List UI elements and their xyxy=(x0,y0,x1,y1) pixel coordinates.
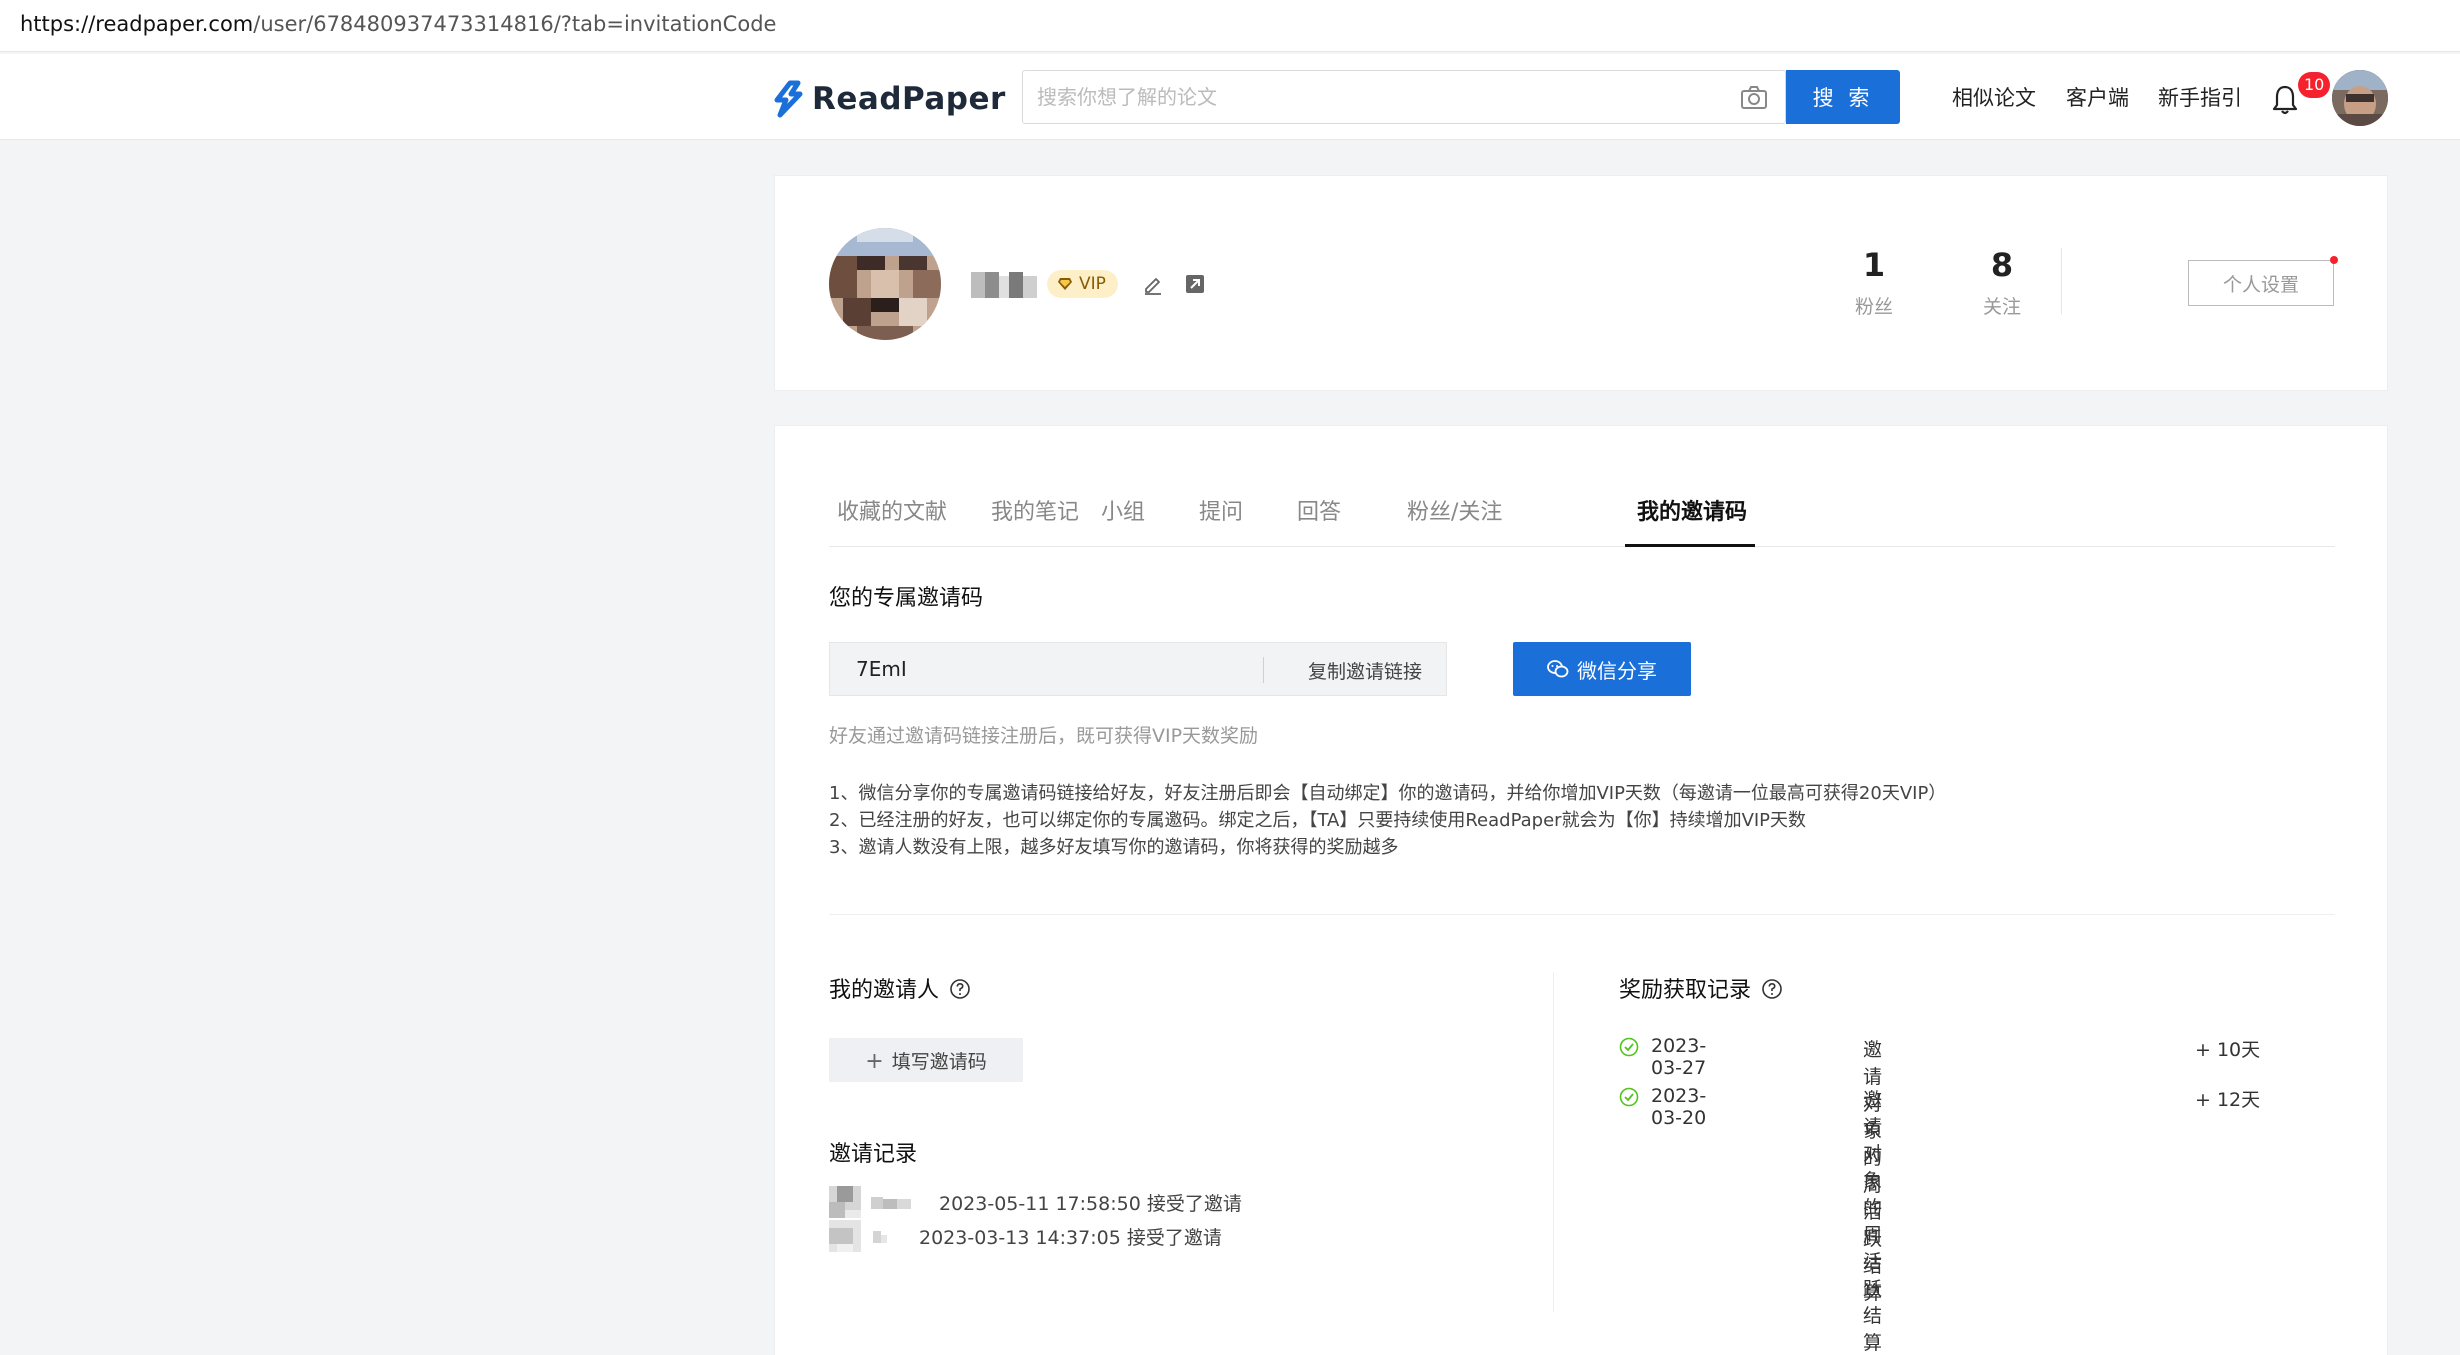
active-tab-indicator xyxy=(1625,544,1755,547)
invite-records-title: 邀请记录 xyxy=(829,1142,918,1167)
vip-badge: VIP xyxy=(1047,270,1118,298)
wechat-share-button[interactable]: 微信分享 xyxy=(1513,642,1691,696)
tab-answers[interactable]: 回答 xyxy=(1297,494,1341,526)
help-icon[interactable] xyxy=(1761,978,1783,1000)
invitee-avatar-blurred xyxy=(829,1220,861,1252)
invite-record-text: 2023-03-13 14:37:05 接受了邀请 xyxy=(919,1226,1222,1249)
invite-code-box: 7EmI 复制邀请链接 xyxy=(829,642,1447,696)
search-input[interactable] xyxy=(1037,81,1697,113)
invite-hint: 好友通过邀请码链接注册后，既可获得VIP天数奖励 xyxy=(829,725,1259,747)
logo-text: ReadPaper xyxy=(812,81,1006,117)
profile-tabs: 收藏的文献 我的笔记 小组 提问 回答 粉丝/关注 我的邀请码 xyxy=(829,470,2335,547)
section-divider xyxy=(829,914,2335,915)
user-avatar[interactable] xyxy=(2332,70,2388,126)
notification-badge: 10 xyxy=(2298,72,2331,98)
search-box xyxy=(1022,70,1786,124)
plus-icon: + xyxy=(865,1048,884,1074)
tab-my-notes[interactable]: 我的笔记 xyxy=(991,494,1079,526)
invite-code-value: 7EmI xyxy=(856,657,907,681)
invitee-avatar-blurred xyxy=(829,1186,861,1218)
invite-record-text: 2023-05-11 17:58:50 接受了邀请 xyxy=(939,1192,1242,1215)
check-circle-icon xyxy=(1619,1037,1639,1057)
url-text[interactable]: https://readpaper.com/user/6784809374733… xyxy=(20,12,776,36)
help-icon[interactable] xyxy=(949,978,971,1000)
share-link-icon[interactable] xyxy=(1183,272,1207,296)
settings-notification-dot xyxy=(2330,256,2338,264)
profile-avatar[interactable] xyxy=(829,228,941,340)
vip-label: VIP xyxy=(1079,274,1106,294)
wechat-icon xyxy=(1547,660,1569,678)
reward-records-title: 奖励获取记录 xyxy=(1619,972,1783,1004)
avatar-image xyxy=(2332,70,2388,126)
rule-line: 2、已经注册的好友，也可以绑定你的专属邀码。绑定之后，【TA】只要持续使用Rea… xyxy=(829,810,1807,831)
invite-code-title: 您的专属邀请码 xyxy=(829,586,984,611)
followers-label: 粉丝 xyxy=(1854,296,1893,318)
invitation-card: 收藏的文献 我的笔记 小组 提问 回答 粉丝/关注 我的邀请码 您的专属邀请码 … xyxy=(774,425,2388,1355)
search-button[interactable]: 搜 索 xyxy=(1786,70,1900,124)
invite-record-row: 2023-03-13 14:37:05 接受了邀请 xyxy=(829,1218,1222,1254)
pixelated-avatar-image xyxy=(829,228,941,340)
tab-followers-following[interactable]: 粉丝/关注 xyxy=(1407,494,1502,526)
my-inviter-title: 我的邀请人 xyxy=(829,972,971,1004)
my-inviter-label: 我的邀请人 xyxy=(829,978,940,1003)
reward-amount: + 12天 xyxy=(2195,1089,2261,1111)
edit-icon[interactable] xyxy=(1141,272,1165,296)
following-count: 8 xyxy=(1990,246,2014,284)
browser-address-bar[interactable]: https://readpaper.com/user/6784809374733… xyxy=(0,0,2460,52)
tab-questions[interactable]: 提问 xyxy=(1199,494,1243,526)
rule-line: 3、邀请人数没有上限，越多好友填写你的邀请码，你将获得的奖励越多 xyxy=(829,837,1399,858)
reward-date: 2023-03-27 xyxy=(1651,1035,1707,1079)
followers-stat[interactable]: 1 粉丝 xyxy=(1834,246,1914,319)
following-label: 关注 xyxy=(1982,296,2021,318)
nav-link-similar-papers[interactable]: 相似论文 xyxy=(1952,82,2036,112)
fill-invite-code-button[interactable]: + 填写邀请码 xyxy=(829,1038,1023,1082)
invitee-name-blurred xyxy=(871,1197,911,1209)
reward-amount: + 10天 xyxy=(2195,1039,2261,1061)
tab-groups[interactable]: 小组 xyxy=(1101,494,1145,526)
tab-saved-papers[interactable]: 收藏的文献 xyxy=(837,494,947,526)
following-stat[interactable]: 8 关注 xyxy=(1962,246,2042,319)
top-navbar: ReadPaper 搜 索 相似论文 客户端 新手指引 10 xyxy=(0,54,2460,140)
stat-divider xyxy=(2061,248,2062,314)
invite-rules: 1、微信分享你的专属邀请码链接给好友，好友注册后即会【自动绑定】你的邀请码，并给… xyxy=(829,780,1946,861)
logo-mark-icon xyxy=(774,80,803,118)
check-circle-icon xyxy=(1619,1087,1639,1107)
personal-settings-button[interactable]: 个人设置 xyxy=(2188,260,2334,306)
column-divider xyxy=(1553,972,1554,1312)
readpaper-logo[interactable]: ReadPaper xyxy=(772,80,1006,118)
reward-date: 2023-03-20 xyxy=(1651,1085,1707,1129)
nav-link-guide[interactable]: 新手指引 xyxy=(2158,82,2242,112)
camera-icon[interactable] xyxy=(1739,83,1769,113)
tab-invitation-code[interactable]: 我的邀请码 xyxy=(1637,494,1747,526)
reward-records-label: 奖励获取记录 xyxy=(1619,978,1752,1003)
profile-username-blurred xyxy=(971,272,1037,298)
copy-invite-link-button[interactable]: 复制邀请链接 xyxy=(1282,643,1448,697)
reward-record-row: 2023-03-27 邀请对象的周活跃结算 + 10天 xyxy=(1619,1032,2260,1304)
rule-line: 1、微信分享你的专属邀请码链接给好友，好友注册后即会【自动绑定】你的邀请码，并给… xyxy=(829,783,1947,804)
diamond-icon xyxy=(1058,278,1072,290)
code-box-separator xyxy=(1263,657,1264,683)
invitee-name-blurred xyxy=(873,1231,887,1243)
nav-link-client[interactable]: 客户端 xyxy=(2066,82,2129,112)
bell-icon[interactable] xyxy=(2270,84,2300,116)
followers-count: 1 xyxy=(1862,246,1886,284)
reward-record-row: 2023-03-20 邀请对象的周活跃结算 + 12天 xyxy=(1619,1082,2260,1354)
wechat-share-label: 微信分享 xyxy=(1577,658,1657,683)
profile-card: VIP 1 粉丝 8 关注 个人设置 xyxy=(774,175,2388,391)
invite-record-row: 2023-05-11 17:58:50 接受了邀请 xyxy=(829,1184,1242,1220)
reward-description: 邀请对象的周活跃结算 xyxy=(1863,1089,1883,1354)
fill-invite-code-label: 填写邀请码 xyxy=(891,1050,987,1073)
